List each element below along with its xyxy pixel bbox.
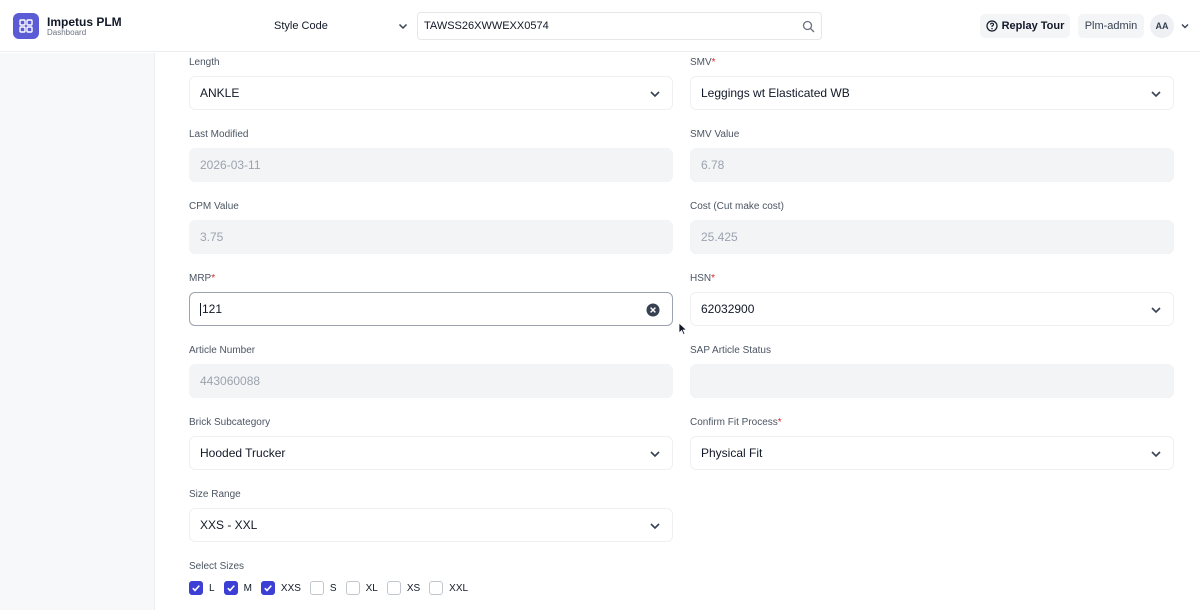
top-bar: Impetus PLM Dashboard Style Code TAWSS26… [0, 0, 1200, 52]
size-label: XL [365, 582, 378, 594]
cost-field: 25.425 [690, 220, 1174, 254]
brick-subcategory-select[interactable]: Hooded Trucker [189, 436, 673, 470]
last-modified-value: 2026-03-11 [200, 158, 261, 172]
clear-icon[interactable] [646, 303, 660, 317]
hsn-label: HSN* [690, 273, 716, 284]
cost-label: Cost (Cut make cost) [690, 201, 784, 212]
smv-label: SMV* [690, 57, 716, 68]
chevron-down-icon [1151, 307, 1161, 314]
brick-subcategory-label: Brick Subcategory [189, 417, 271, 428]
size-label: XXS [280, 582, 301, 594]
checkbox-unchecked-icon[interactable] [429, 581, 444, 595]
cpm-value-label: CPM Value [189, 201, 239, 212]
sidebar [0, 53, 155, 610]
length-label: Length [189, 57, 220, 68]
mrp-value: 121 [202, 302, 223, 316]
confirm-fit-process-value: Physical Fit [701, 446, 763, 460]
select-sizes-label: Select Sizes [189, 561, 245, 572]
chevron-down-icon [1151, 91, 1161, 98]
confirm-fit-process-select[interactable]: Physical Fit [690, 436, 1174, 470]
checkbox-checked-icon[interactable] [223, 581, 238, 595]
size-checkbox-xl[interactable]: XL [345, 581, 378, 595]
length-select[interactable]: ANKLE [189, 76, 673, 110]
smv-value-field: 6.78 [690, 148, 1174, 182]
size-checkbox-xxs[interactable]: XXS [260, 581, 301, 595]
brick-subcategory-value: Hooded Trucker [200, 446, 286, 460]
search-icon[interactable] [802, 20, 815, 33]
size-checkbox-group: L M XXS S XL XS XXL [189, 580, 477, 596]
checkbox-checked-icon[interactable] [189, 581, 203, 595]
chevron-down-icon [398, 23, 408, 30]
last-modified-field: 2026-03-11 [189, 148, 673, 182]
chevron-down-icon[interactable] [1180, 21, 1190, 31]
smv-value-label: SMV Value [690, 129, 740, 140]
search-value: TAWSS26XWWEXX0574 [424, 20, 549, 32]
size-label: M [243, 582, 252, 594]
replay-tour-button[interactable]: Replay Tour [980, 14, 1070, 38]
checkbox-unchecked-icon[interactable] [345, 581, 360, 595]
size-label: S [329, 582, 337, 594]
app-subtitle: Dashboard [47, 28, 87, 37]
user-menu-button[interactable]: Plm-admin [1078, 14, 1144, 38]
chevron-down-icon [650, 451, 660, 458]
cpm-value-field: 3.75 [189, 220, 673, 254]
chevron-down-icon [650, 91, 660, 98]
length-value: ANKLE [200, 86, 240, 100]
chevron-down-icon [650, 523, 660, 530]
chevron-down-icon [1151, 451, 1161, 458]
size-range-value: XXS - XXL [200, 518, 258, 532]
size-checkbox-xs[interactable]: XS [386, 581, 421, 595]
smv-select[interactable]: Leggings wt Elasticated WB [690, 76, 1174, 110]
cpm-value-value: 3.75 [200, 230, 224, 244]
checkbox-unchecked-icon[interactable] [309, 581, 324, 595]
mrp-label: MRP* [189, 273, 216, 284]
search-type-select[interactable]: Style Code [262, 12, 417, 40]
checkbox-checked-icon[interactable] [260, 581, 275, 595]
text-caret [200, 302, 201, 316]
size-checkbox-m[interactable]: M [223, 581, 252, 595]
size-label: L [209, 582, 215, 594]
hsn-select[interactable]: 62032900 [690, 292, 1174, 326]
cost-value: 25.425 [701, 230, 738, 244]
mrp-input[interactable]: 121 [189, 292, 673, 326]
search-input[interactable]: TAWSS26XWWEXX0574 [417, 12, 822, 40]
smv-value-value: 6.78 [701, 158, 725, 172]
replay-tour-label: Replay Tour [1001, 20, 1065, 32]
article-number-field: 443060088 [189, 364, 673, 398]
search-type-label: Style Code [274, 20, 328, 32]
hsn-value: 62032900 [701, 302, 755, 316]
smv-value: Leggings wt Elasticated WB [701, 86, 850, 100]
size-range-label: Size Range [189, 489, 241, 500]
mouse-cursor-icon [678, 322, 688, 336]
app-logo-button[interactable] [13, 13, 39, 39]
checkbox-unchecked-icon[interactable] [386, 581, 401, 595]
article-number-value: 443060088 [200, 374, 261, 388]
sap-article-status-field [690, 364, 1174, 398]
avatar[interactable]: AA [1150, 14, 1174, 38]
help-circle-icon [986, 20, 998, 32]
size-checkbox-s[interactable]: S [309, 581, 337, 595]
size-label: XXL [449, 582, 469, 594]
confirm-fit-process-label: Confirm Fit Process* [690, 417, 782, 428]
article-number-label: Article Number [189, 345, 256, 356]
sap-article-status-label: SAP Article Status [690, 345, 771, 356]
app-title: Impetus PLM [47, 15, 122, 29]
size-label: XS [406, 582, 421, 594]
size-checkbox-l[interactable]: L [189, 581, 215, 595]
last-modified-label: Last Modified [189, 129, 249, 140]
size-checkbox-xxl[interactable]: XXL [429, 581, 468, 595]
grid-icon [19, 19, 33, 33]
size-range-select[interactable]: XXS - XXL [189, 508, 673, 542]
